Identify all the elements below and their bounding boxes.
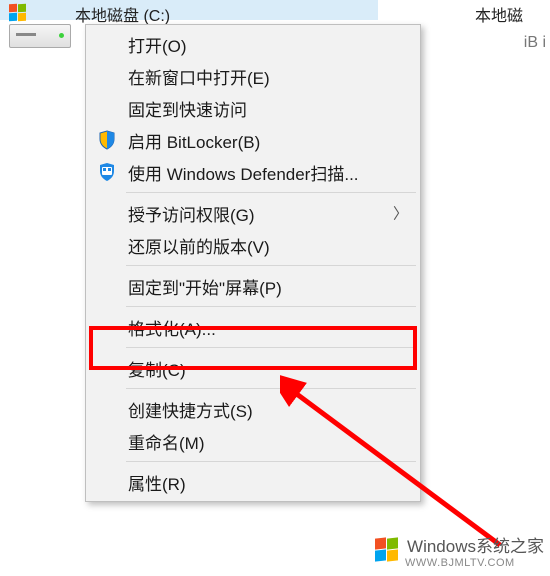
watermark-windows-logo-icon [375,538,401,564]
menu-format-label: 格式化(A)... [128,315,216,340]
watermark: Windows系统之家 WWW.BJMLTV.COM [375,532,544,570]
menu-open-new-window-label: 在新窗口中打开(E) [128,64,270,89]
disk-drive-icon [9,24,71,48]
partial-size-text: iB i [524,34,546,52]
menu-defender-label: 使用 Windows Defender扫描... [128,160,359,185]
menu-pin-quick-access-label: 固定到快速访问 [128,96,247,121]
menu-copy[interactable]: 复制(C) [88,352,418,384]
menu-rename[interactable]: 重命名(M) [88,425,418,457]
watermark-url: WWW.BJMLTV.COM [405,557,544,569]
drive-other-label[interactable]: 本地磁 [475,2,523,26]
menu-create-shortcut-label: 创建快捷方式(S) [128,397,253,422]
menu-separator [126,265,416,266]
watermark-text: Windows系统之家 [407,532,544,557]
menu-bitlocker[interactable]: 启用 BitLocker(B) [88,124,418,156]
menu-open-label: 打开(O) [128,32,187,57]
menu-format[interactable]: 格式化(A)... [88,311,418,343]
drive-c-icon[interactable] [9,24,71,62]
defender-shield-icon [96,161,118,183]
menu-separator [126,347,416,348]
menu-separator [126,388,416,389]
menu-separator [126,461,416,462]
menu-properties-label: 属性(R) [128,470,186,495]
menu-create-shortcut[interactable]: 创建快捷方式(S) [88,393,418,425]
menu-open[interactable]: 打开(O) [88,28,418,60]
menu-grant-access-label: 授予访问权限(G) [128,201,255,226]
menu-separator [126,306,416,307]
menu-separator [126,192,416,193]
drive-c-label[interactable]: 本地磁盘 (C:) [75,2,170,26]
menu-bitlocker-label: 启用 BitLocker(B) [128,128,260,153]
menu-rename-label: 重命名(M) [128,429,204,454]
chevron-right-icon: 〉 [393,203,408,224]
windows-logo-icon [9,4,29,24]
selected-drive-bg [0,0,378,20]
menu-grant-access[interactable]: 授予访问权限(G) 〉 [88,197,418,229]
menu-pin-quick-access[interactable]: 固定到快速访问 [88,92,418,124]
menu-pin-start[interactable]: 固定到"开始"屏幕(P) [88,270,418,302]
menu-pin-start-label: 固定到"开始"屏幕(P) [128,274,282,299]
menu-properties[interactable]: 属性(R) [88,466,418,498]
menu-copy-label: 复制(C) [128,356,186,381]
menu-defender[interactable]: 使用 Windows Defender扫描... [88,156,418,188]
menu-restore-versions-label: 还原以前的版本(V) [128,233,270,258]
context-menu: 打开(O) 在新窗口中打开(E) 固定到快速访问 启用 BitLocker(B)… [85,24,421,502]
shield-icon [96,129,118,151]
menu-restore-versions[interactable]: 还原以前的版本(V) [88,229,418,261]
menu-open-new-window[interactable]: 在新窗口中打开(E) [88,60,418,92]
